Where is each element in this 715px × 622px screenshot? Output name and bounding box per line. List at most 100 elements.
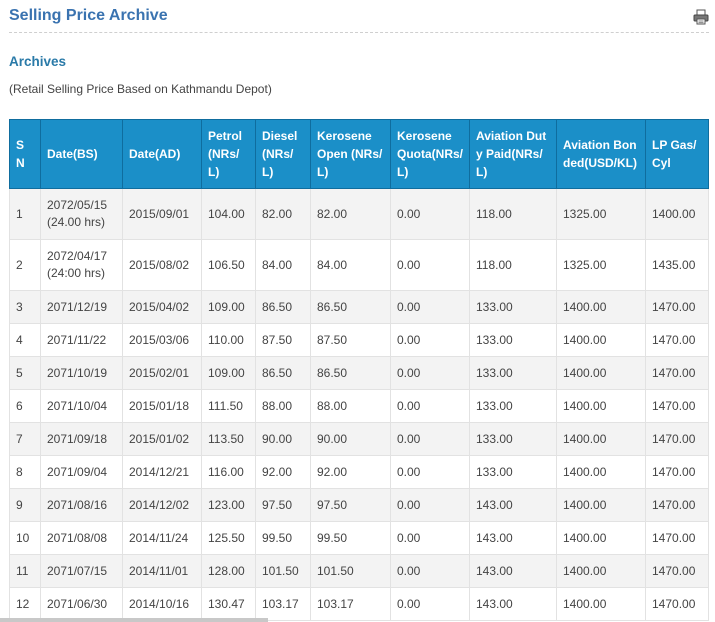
cell-value: 97.50 <box>317 497 348 512</box>
table-cell: 5 <box>9 356 41 390</box>
table-cell: 0.00 <box>390 554 470 588</box>
cell-value: 2014/10/16 <box>129 596 190 611</box>
horizontal-scrollbar[interactable] <box>0 618 268 622</box>
table-cell: 0.00 <box>390 455 470 489</box>
table-cell: 103.17 <box>255 587 311 621</box>
table-cell: 12 <box>9 587 41 621</box>
table-cell: 2015/02/01 <box>122 356 202 390</box>
table-cell: 88.00 <box>255 389 311 423</box>
table-cell: 0.00 <box>390 521 470 555</box>
cell-value: 1470.00 <box>652 431 696 446</box>
table-cell: 1 <box>9 188 41 240</box>
header-cell: Date(BS) <box>40 119 123 189</box>
cell-value: 1400.00 <box>563 332 607 347</box>
cell-value: 143.00 <box>476 530 513 545</box>
table-cell: 133.00 <box>469 323 557 357</box>
table-cell: 2015/08/02 <box>122 239 202 291</box>
cell-value: 111.50 <box>208 398 243 413</box>
table-cell: 10 <box>9 521 41 555</box>
table-cell: 97.50 <box>310 488 391 522</box>
header-cell: LP Gas/Cyl <box>645 119 709 189</box>
cell-value: 86.50 <box>262 365 293 380</box>
cell-value: 92.00 <box>317 464 348 479</box>
cell-value: 2071/08/16 <box>47 497 108 512</box>
table-cell: 1400.00 <box>556 455 646 489</box>
table-cell: 92.00 <box>255 455 311 489</box>
table-cell: 92.00 <box>310 455 391 489</box>
cell-value: 2071/06/30 <box>47 596 108 611</box>
cell-value: 84.00 <box>317 257 348 272</box>
table-row: 1 2072/05/15 (24.00 hrs) 2015/09/01 104.00 82… <box>9 188 709 240</box>
cell-value: 1470.00 <box>652 563 696 578</box>
cell-value: 87.50 <box>317 332 348 347</box>
cell-value: 133.00 <box>476 398 513 413</box>
cell-value: 1 <box>16 206 23 221</box>
table-cell: 2071/09/18 <box>40 422 123 456</box>
cell-value: 1325.00 <box>563 206 607 221</box>
table-cell: 118.00 <box>469 188 557 240</box>
cell-value: 143.00 <box>476 563 513 578</box>
table-cell: 1470.00 <box>645 488 709 522</box>
table-cell: 2071/08/08 <box>40 521 123 555</box>
cell-value: 116.00 <box>208 464 244 479</box>
table-cell: 2014/10/16 <box>122 587 202 621</box>
cell-value: 11 <box>16 563 29 578</box>
cell-value: 2072/04/17 <box>47 249 108 263</box>
cell-value: 2071/12/19 <box>47 299 108 314</box>
table-cell: 2015/09/01 <box>122 188 202 240</box>
cell-value: 84.00 <box>262 257 293 272</box>
cell-time-note: (24.00 hrs) <box>47 215 106 229</box>
cell-value: 2014/12/02 <box>129 497 190 512</box>
table-cell: 133.00 <box>469 290 557 324</box>
table-cell: 2072/04/17 (24:00 hrs) <box>40 239 123 291</box>
cell-value: 12 <box>16 596 30 611</box>
cell-value: 110.00 <box>208 332 244 347</box>
cell-value: 103.17 <box>262 596 299 611</box>
cell-value: 128.00 <box>208 563 245 578</box>
table-row: 10 2071/08/08 2014/11/24 125.50 99.50 99.50 0.… <box>9 521 709 555</box>
cell-value: 143.00 <box>476 596 513 611</box>
table-row: 4 2071/11/22 2015/03/06 110.00 87.50 87.50 0.0… <box>9 323 709 357</box>
subtitle: (Retail Selling Price Based on Kathmandu… <box>9 82 272 96</box>
table-cell: 1470.00 <box>645 356 709 390</box>
cell-value: 1470.00 <box>652 398 696 413</box>
cell-value: 1400.00 <box>563 299 607 314</box>
cell-value: 2014/11/24 <box>129 530 189 545</box>
cell-value: 1470.00 <box>652 299 696 314</box>
table-cell: 130.47 <box>201 587 256 621</box>
cell-value: 1470.00 <box>652 497 696 512</box>
table-cell: 2071/10/19 <box>40 356 123 390</box>
cell-value: 2015/08/02 <box>129 257 190 272</box>
cell-value: 4 <box>16 332 23 347</box>
cell-value: 0.00 <box>397 431 421 446</box>
table-cell: 86.50 <box>255 356 311 390</box>
table-cell: 0.00 <box>390 188 470 240</box>
table-cell: 86.50 <box>255 290 311 324</box>
cell-value: 90.00 <box>262 431 293 446</box>
header-cell: Kerosene Quota(NRs/L) <box>390 119 470 189</box>
cell-value: 113.50 <box>208 431 244 446</box>
cell-value: 1400.00 <box>563 464 607 479</box>
table-cell: 82.00 <box>310 188 391 240</box>
table-cell: 128.00 <box>201 554 256 588</box>
cell-time-note: (24:00 hrs) <box>47 266 106 280</box>
table-cell: 1400.00 <box>556 422 646 456</box>
table-row: 8 2071/09/04 2014/12/21 116.00 92.00 92.00 0.0… <box>9 455 709 489</box>
table-cell: 133.00 <box>469 356 557 390</box>
table-cell: 99.50 <box>255 521 311 555</box>
cell-value: 2014/12/21 <box>129 464 190 479</box>
cell-value: 125.50 <box>208 530 245 545</box>
table-cell: 125.50 <box>201 521 256 555</box>
table-cell: 1400.00 <box>556 587 646 621</box>
table-cell: 0.00 <box>390 323 470 357</box>
table-cell: 110.00 <box>201 323 256 357</box>
price-archive-table: S N Date(BS) Date(AD) Petrol(NRs/L) Dies… <box>9 119 709 621</box>
table-header-row: S N Date(BS) Date(AD) Petrol(NRs/L) Dies… <box>9 119 709 189</box>
table-cell: 1435.00 <box>645 239 709 291</box>
printer-icon[interactable] <box>693 9 709 25</box>
cell-value: 99.50 <box>262 530 293 545</box>
cell-value: 118.00 <box>476 206 512 221</box>
table-cell: 82.00 <box>255 188 311 240</box>
section-title: Archives <box>9 54 67 69</box>
cell-value: 103.17 <box>317 596 354 611</box>
